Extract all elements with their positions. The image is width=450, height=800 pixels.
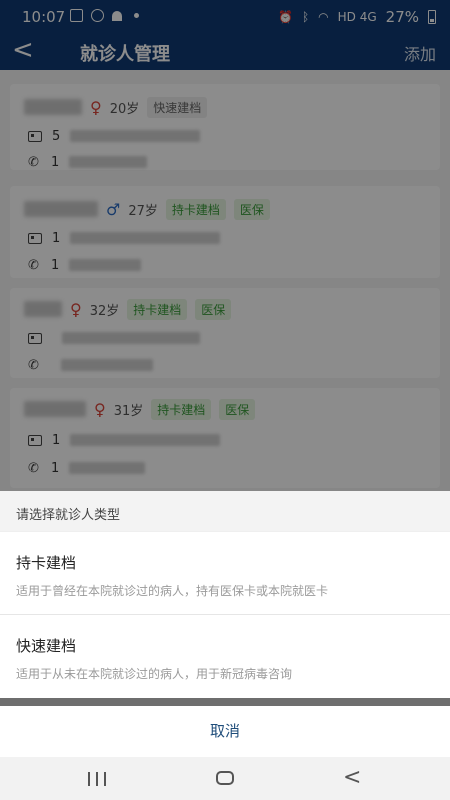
option-description: 适用于曾经在本院就诊过的病人，持有医保卡或本院就医卡 <box>16 584 329 598</box>
sheet-header: 请选择就诊人类型 <box>0 491 450 531</box>
sheet-separator <box>0 698 450 706</box>
home-button[interactable] <box>216 771 234 785</box>
back-icon: < <box>343 765 362 790</box>
option-title: 持卡建档 <box>16 554 77 572</box>
recent-apps-icon <box>88 772 90 786</box>
system-nav-bar: < <box>0 757 450 800</box>
recent-apps-button[interactable] <box>88 768 106 790</box>
option-description: 适用于从未在本院就诊过的病人，用于新冠病毒咨询 <box>16 667 293 681</box>
option-card-registration[interactable]: 持卡建档 适用于曾经在本院就诊过的病人，持有医保卡或本院就医卡 <box>0 532 450 614</box>
recent-apps-icon-bar <box>104 772 106 786</box>
system-back-button[interactable]: < <box>343 765 367 790</box>
option-title: 快速建档 <box>16 637 77 655</box>
recent-apps-icon-bar <box>96 772 98 786</box>
sheet-title: 请选择就诊人类型 <box>16 508 121 523</box>
cancel-button[interactable]: 取消 <box>0 706 450 757</box>
cancel-label: 取消 <box>209 722 240 740</box>
option-quick-registration[interactable]: 快速建档 适用于从未在本院就诊过的病人，用于新冠病毒咨询 <box>0 615 450 698</box>
patient-type-sheet: 请选择就诊人类型 持卡建档 适用于曾经在本院就诊过的病人，持有医保卡或本院就医卡… <box>0 491 450 757</box>
